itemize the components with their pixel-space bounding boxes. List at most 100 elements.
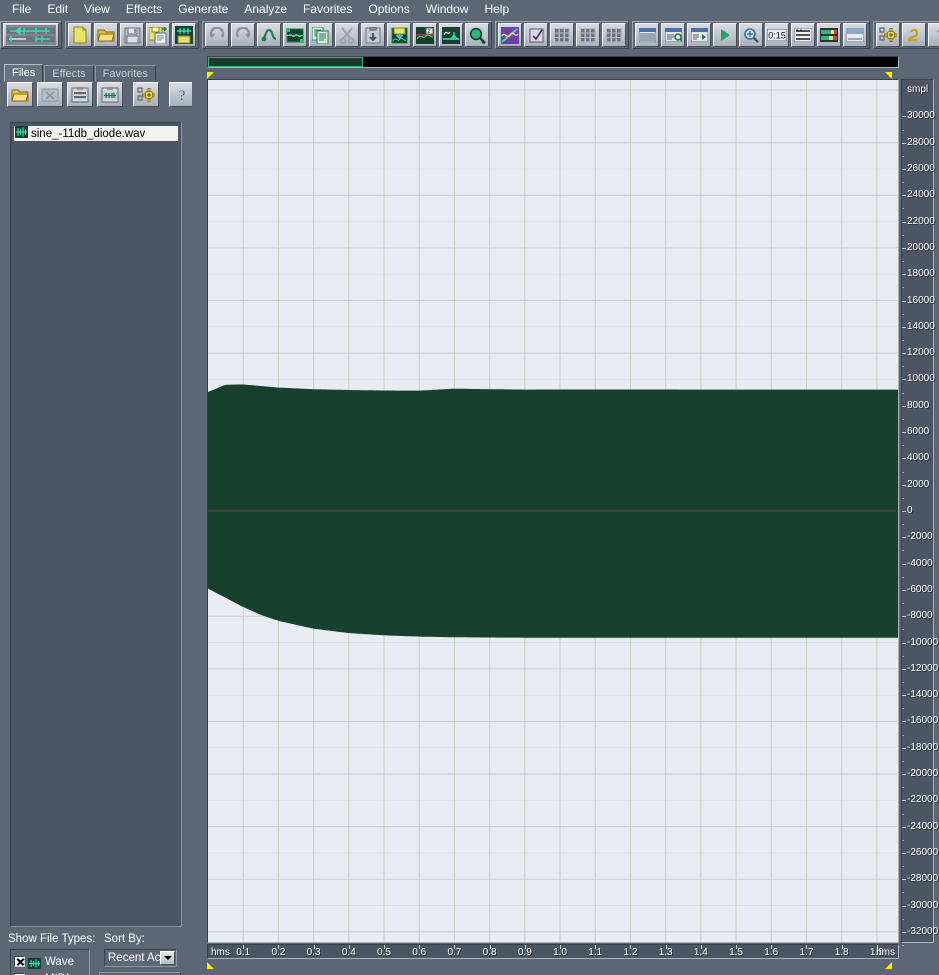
new-file-icon[interactable] bbox=[68, 23, 92, 47]
toolbar-group-edit: z bbox=[202, 21, 492, 49]
paste-icon[interactable] bbox=[361, 23, 385, 47]
filetype-midi-row[interactable]: MIDI bbox=[14, 970, 89, 975]
open-folder-icon[interactable] bbox=[7, 82, 33, 107]
menu-item-options[interactable]: Options bbox=[360, 1, 417, 18]
overview-scrollbar[interactable] bbox=[207, 56, 899, 68]
info-icon[interactable] bbox=[687, 23, 711, 47]
amplitude-axis-tick: -4000 bbox=[902, 558, 933, 569]
zoom-icon[interactable] bbox=[739, 23, 763, 47]
amplitude-axis-minor-tick bbox=[902, 234, 933, 236]
save-as-icon[interactable] bbox=[146, 23, 170, 47]
levels-icon[interactable] bbox=[791, 23, 815, 47]
amplitude-axis-tick: 22000 bbox=[902, 216, 935, 227]
props-icon[interactable] bbox=[661, 23, 685, 47]
marker-bottom-right-icon[interactable] bbox=[885, 962, 892, 969]
cut-icon[interactable] bbox=[335, 23, 359, 47]
amplitude-axis-minor-tick bbox=[902, 313, 933, 315]
amplitude-axis: smpl 30000 28000 26000 24000 22000 20000 18000 1… bbox=[901, 79, 938, 947]
open-folder-icon[interactable] bbox=[94, 23, 118, 47]
select-view-icon[interactable] bbox=[257, 23, 281, 47]
tab-favorites[interactable]: Favorites bbox=[94, 65, 156, 82]
marker-top-left-icon[interactable] bbox=[207, 72, 214, 79]
grid-a-icon[interactable] bbox=[550, 23, 574, 47]
menu-item-view[interactable]: View bbox=[76, 1, 118, 18]
amplitude-axis-minor-tick bbox=[902, 208, 933, 210]
amplitude-axis-tick: 16000 bbox=[902, 295, 935, 306]
menu-item-help[interactable]: Help bbox=[476, 1, 517, 18]
effects-icon[interactable] bbox=[498, 23, 522, 47]
marker-bottom-left-icon[interactable] bbox=[207, 962, 214, 969]
trim-icon[interactable] bbox=[465, 23, 489, 47]
file-info-icon[interactable] bbox=[67, 82, 93, 107]
file-list[interactable]: sine_-11db_diode.wav bbox=[10, 122, 182, 927]
window-icon[interactable] bbox=[635, 23, 659, 47]
checkbox-wave[interactable] bbox=[14, 956, 25, 967]
save-icon[interactable] bbox=[120, 23, 144, 47]
amplitude-axis-minor-tick bbox=[902, 129, 933, 131]
overview-selection[interactable] bbox=[208, 57, 363, 67]
waveform-overview-icon[interactable] bbox=[3, 23, 59, 47]
menu-item-analyze[interactable]: Analyze bbox=[236, 1, 295, 18]
expression-icon[interactable] bbox=[902, 23, 926, 47]
menu-item-generate[interactable]: Generate bbox=[170, 1, 236, 18]
menu-item-favorites[interactable]: Favorites bbox=[295, 1, 360, 18]
amplitude-axis-minor-tick bbox=[902, 366, 933, 368]
sidebar: Files Effects Favorites ? sine_-11db_dio… bbox=[0, 51, 195, 975]
menu-item-edit[interactable]: Edit bbox=[39, 1, 76, 18]
amplitude-axis-minor-tick bbox=[902, 287, 933, 289]
show-file-types-label: Show File Types: bbox=[8, 933, 96, 945]
copy-to-new-icon[interactable] bbox=[283, 23, 307, 47]
list-item[interactable]: sine_-11db_diode.wav bbox=[14, 126, 178, 141]
vu-icon[interactable] bbox=[817, 23, 841, 47]
grid-c-icon[interactable] bbox=[602, 23, 626, 47]
amplitude-axis-minor-tick bbox=[902, 892, 933, 894]
redo-icon[interactable] bbox=[231, 23, 255, 47]
checkbox-icon[interactable] bbox=[524, 23, 548, 47]
amplitude-axis-minor-tick bbox=[902, 945, 933, 947]
toolbar-group-file bbox=[65, 21, 199, 49]
amplitude-axis-tick: 12000 bbox=[902, 347, 935, 358]
time-axis-label: 0.8 bbox=[482, 947, 497, 958]
paste-new-icon[interactable] bbox=[387, 23, 411, 47]
settings-icon[interactable] bbox=[133, 82, 159, 107]
amplitude-axis-tick: -14000 bbox=[902, 689, 938, 700]
main-toolbar: z 0:15 bbox=[0, 19, 939, 51]
amplitude-axis-tick: 20000 bbox=[902, 242, 935, 253]
filetype-wave-row[interactable]: Wave bbox=[14, 953, 89, 970]
wave-file-icon bbox=[28, 956, 41, 969]
amplitude-axis-unit: smpl bbox=[907, 84, 929, 96]
file-wave-icon[interactable] bbox=[97, 82, 123, 107]
amplitude-axis-tick: -10000 bbox=[902, 637, 938, 648]
copy-icon[interactable] bbox=[309, 23, 333, 47]
waveform-workspace: smpl 30000 28000 26000 24000 22000 20000 18000 1… bbox=[192, 51, 939, 975]
time-axis-label: 1.0 bbox=[553, 947, 567, 958]
waveform-canvas[interactable] bbox=[207, 79, 899, 943]
amplitude-axis-tick: 24000 bbox=[902, 189, 935, 200]
delete-file-icon[interactable] bbox=[37, 82, 63, 107]
chevron-down-icon[interactable] bbox=[160, 951, 175, 965]
amplitude-axis-minor-tick bbox=[902, 340, 933, 341]
mix-icon[interactable]: z bbox=[413, 23, 437, 47]
fade-icon[interactable] bbox=[843, 23, 867, 47]
menu-item-window[interactable]: Window bbox=[418, 1, 477, 18]
time-axis-label: 1.4 bbox=[693, 947, 708, 958]
menu-item-file[interactable]: File bbox=[4, 1, 39, 18]
time-axis-label: 1.3 bbox=[658, 947, 673, 958]
save-selection-icon[interactable] bbox=[172, 23, 196, 47]
menu-bar: File Edit View Effects Generate Analyze … bbox=[0, 0, 939, 19]
sort-by-select[interactable]: Recent Acc bbox=[104, 949, 177, 967]
undo-icon[interactable] bbox=[205, 23, 229, 47]
menu-item-effects[interactable]: Effects bbox=[118, 1, 170, 18]
grid-b-icon[interactable] bbox=[576, 23, 600, 47]
sort-by-value: Recent Acc bbox=[108, 952, 167, 964]
help-icon[interactable]: ? bbox=[928, 23, 939, 47]
marker-top-right-icon[interactable] bbox=[885, 72, 892, 79]
tab-files[interactable]: Files bbox=[4, 64, 44, 82]
play-icon[interactable] bbox=[713, 23, 737, 47]
amplitude-axis-tick: 14000 bbox=[902, 321, 935, 332]
amplitude-axis-minor-tick bbox=[902, 182, 933, 184]
tab-effects[interactable]: Effects bbox=[44, 65, 94, 82]
time-display-icon[interactable]: 0:15 bbox=[765, 23, 789, 47]
replace-icon[interactable] bbox=[439, 23, 463, 47]
settings-icon[interactable] bbox=[876, 23, 900, 47]
